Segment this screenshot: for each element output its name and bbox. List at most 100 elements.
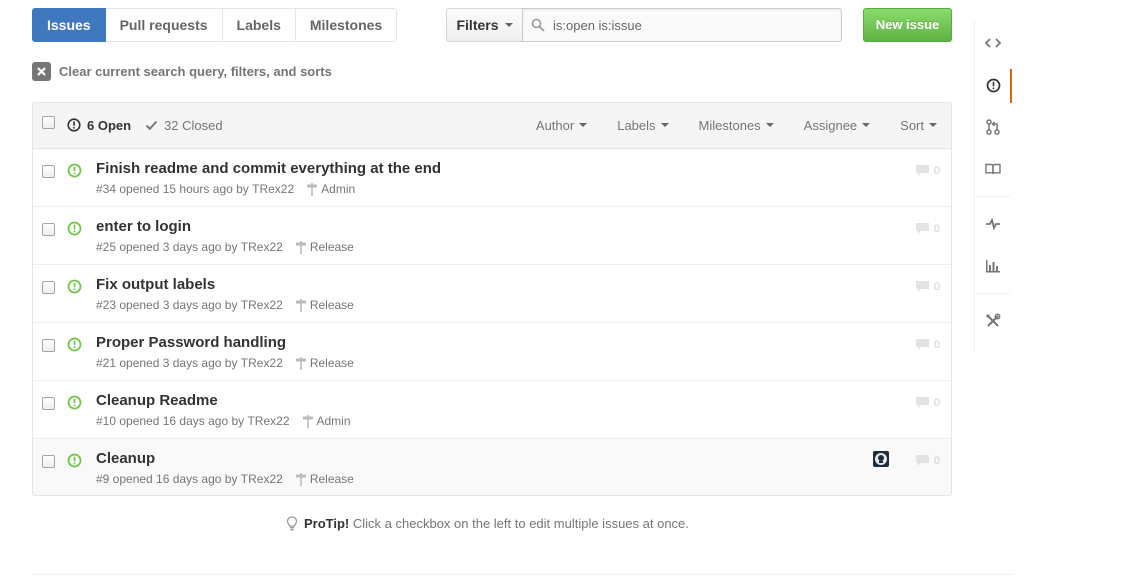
- new-issue-button[interactable]: New issue: [863, 8, 952, 42]
- author-link[interactable]: TRex22: [252, 182, 294, 196]
- author-menu-label: Author: [535, 117, 575, 133]
- sidebar-item-wiki[interactable]: [974, 148, 1012, 190]
- filters-label: Filters: [456, 17, 499, 33]
- graph-icon: [985, 259, 1001, 273]
- milestone-link[interactable]: Release: [295, 472, 354, 486]
- issue-row: Fix output labels #23 opened 3 days ago …: [33, 265, 951, 323]
- git-pull-request-icon: [986, 119, 1000, 135]
- sidebar-item-graphs[interactable]: [974, 245, 1012, 287]
- issue-checkbox[interactable]: [42, 223, 55, 236]
- author-link[interactable]: TRex22: [247, 414, 289, 428]
- tab-issues[interactable]: Issues: [32, 8, 106, 42]
- issue-opened-icon: [67, 453, 82, 468]
- comments-link[interactable]: 0: [915, 164, 940, 177]
- milestone-label: Release: [309, 240, 354, 254]
- tab-milestones[interactable]: Milestones: [295, 8, 398, 42]
- issue-opened-icon: [986, 78, 1001, 93]
- milestone-icon: [302, 414, 314, 428]
- issue-opened-icon: [67, 279, 82, 294]
- comments-count: 0: [933, 280, 940, 293]
- milestone-label: Release: [309, 472, 354, 486]
- filters-button[interactable]: Filters: [446, 8, 523, 42]
- milestone-link[interactable]: Release: [295, 240, 354, 254]
- issue-search: [522, 8, 842, 42]
- labels-filter-menu[interactable]: Labels: [617, 118, 669, 133]
- issue-row: Proper Password handling #21 opened 3 da…: [33, 323, 951, 381]
- comments-count: 0: [933, 164, 940, 177]
- author-link[interactable]: TRex22: [241, 356, 283, 370]
- issue-title-link[interactable]: Cleanup Readme: [96, 392, 218, 409]
- open-count-label: 6 Open: [87, 117, 132, 133]
- author-link[interactable]: TRex22: [241, 240, 283, 254]
- comment-icon: [915, 338, 930, 351]
- issue-opened-icon: [67, 337, 82, 352]
- search-input[interactable]: [551, 9, 837, 41]
- sidebar-item-issues[interactable]: [974, 64, 1012, 106]
- comments-count: 0: [933, 338, 940, 351]
- issue-title-link[interactable]: Fix output labels: [96, 276, 215, 293]
- milestone-link[interactable]: Admin: [302, 414, 351, 428]
- issue-meta: #9 opened 16 days ago by TRex22 Release: [96, 472, 354, 486]
- issue-opened-info: #10 opened 16 days ago by: [96, 414, 245, 428]
- issue-checkbox[interactable]: [42, 397, 55, 410]
- code-icon: [985, 37, 1001, 49]
- issue-title-link[interactable]: Cleanup: [96, 450, 155, 467]
- closed-count-label: 32 Closed: [164, 117, 223, 133]
- issue-meta: #10 opened 16 days ago by TRex22 Admin: [96, 414, 351, 428]
- milestone-link[interactable]: Admin: [306, 182, 355, 196]
- repo-sidebar-nav: [974, 22, 1012, 352]
- issue-meta: #25 opened 3 days ago by TRex22 Release: [96, 240, 354, 254]
- issue-checkbox[interactable]: [42, 281, 55, 294]
- state-toggles: 6 Open 32 Closed: [67, 103, 223, 147]
- author-link[interactable]: TRex22: [241, 298, 283, 312]
- issue-title-link[interactable]: Proper Password handling: [96, 334, 286, 351]
- issue-opened-info: #34 opened 15 hours ago by: [96, 182, 249, 196]
- comments-link[interactable]: 0: [915, 280, 940, 293]
- issue-opened-icon: [67, 395, 82, 410]
- comments-link[interactable]: 0: [915, 222, 940, 235]
- tab-labels[interactable]: Labels: [222, 8, 296, 42]
- open-issues-toggle[interactable]: 6 Open: [67, 118, 131, 133]
- comments-link[interactable]: 0: [915, 454, 940, 467]
- milestone-link[interactable]: Release: [295, 356, 354, 370]
- issue-opened-icon: [67, 221, 82, 236]
- comments-count: 0: [933, 396, 940, 409]
- assignee-menu-label: Assignee: [803, 117, 858, 133]
- close-icon: [32, 62, 51, 81]
- issue-checkbox[interactable]: [42, 339, 55, 352]
- issue-opened-icon: [67, 163, 82, 178]
- author-filter-menu[interactable]: Author: [535, 117, 588, 133]
- tab-pull-requests[interactable]: Pull requests: [105, 8, 223, 42]
- sidebar-item-pull-requests[interactable]: [974, 106, 1012, 148]
- issue-meta: #21 opened 3 days ago by TRex22 Release: [96, 356, 354, 370]
- sidebar-item-code[interactable]: [974, 22, 1012, 64]
- sidebar-item-settings[interactable]: [974, 300, 1012, 342]
- sidebar-item-pulse[interactable]: [974, 203, 1012, 245]
- issues-subnav: Issues Pull requests Labels Milestones: [32, 8, 398, 42]
- issue-checkbox[interactable]: [42, 455, 55, 468]
- milestone-icon: [295, 472, 307, 486]
- clear-query-link[interactable]: Clear current search query, filters, and…: [32, 62, 332, 81]
- closed-issues-toggle[interactable]: 32 Closed: [145, 118, 223, 133]
- issue-checkbox[interactable]: [42, 165, 55, 178]
- sidebar-separator: [976, 293, 1010, 294]
- milestones-filter-menu[interactable]: Milestones: [699, 118, 774, 133]
- milestone-icon: [295, 356, 307, 370]
- sort-menu[interactable]: Sort: [900, 118, 937, 133]
- comments-link[interactable]: 0: [915, 396, 940, 409]
- search-icon: [531, 18, 545, 32]
- issue-opened-info: #21 opened 3 days ago by: [96, 356, 238, 370]
- comments-link[interactable]: 0: [915, 338, 940, 351]
- issue-opened-icon: [67, 118, 81, 132]
- milestone-link[interactable]: Release: [295, 298, 354, 312]
- pulse-icon: [985, 218, 1001, 230]
- assignee-avatar[interactable]: [873, 451, 889, 467]
- issue-meta: #23 opened 3 days ago by TRex22 Release: [96, 298, 354, 312]
- issue-opened-info: #9 opened 16 days ago by: [96, 472, 238, 486]
- assignee-filter-menu[interactable]: Assignee: [803, 117, 871, 133]
- comments-count: 0: [933, 222, 940, 235]
- issue-title-link[interactable]: Finish readme and commit everything at t…: [96, 160, 441, 177]
- issue-title-link[interactable]: enter to login: [96, 218, 191, 235]
- author-link[interactable]: TRex22: [241, 472, 283, 486]
- select-all-checkbox[interactable]: [42, 116, 55, 129]
